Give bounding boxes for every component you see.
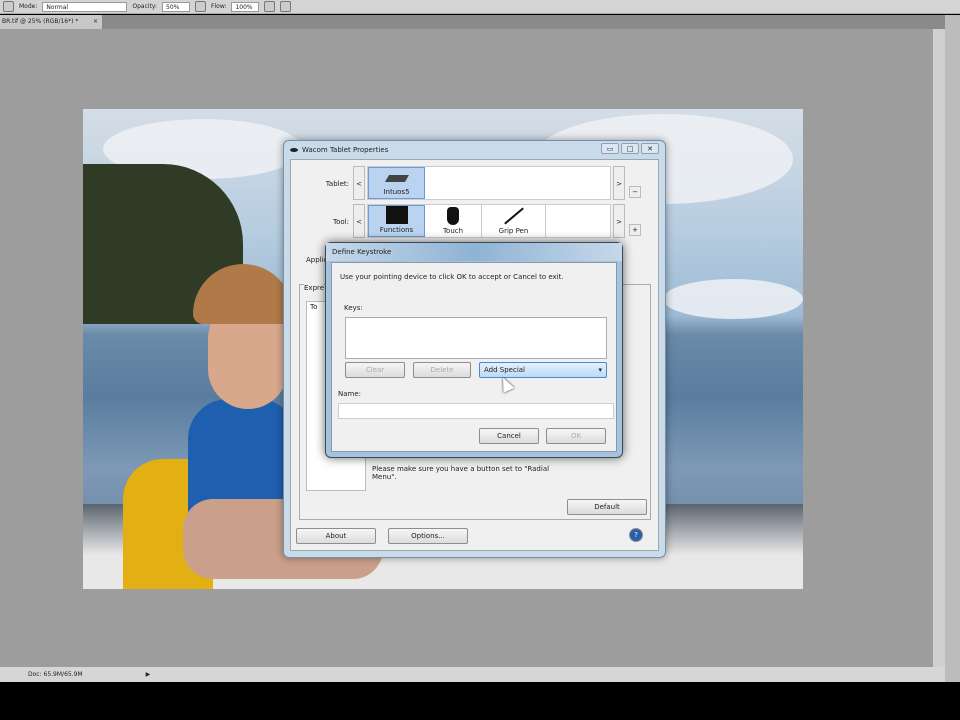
default-button[interactable]: Default	[567, 499, 647, 515]
options-bar: Mode: Normal Opacity: 50% Flow: 100%	[0, 0, 960, 14]
tool-preset-icon[interactable]	[3, 1, 14, 12]
tool-touch[interactable]: Touch	[425, 205, 482, 237]
tool-label: Tool:	[333, 218, 349, 226]
tree-item[interactable]: To	[307, 303, 317, 311]
define-keystroke-dialog: Define Keystroke Use your pointing devic…	[325, 242, 623, 458]
pressure-size-icon[interactable]	[280, 1, 292, 12]
instruction-text: Use your pointing device to click OK to …	[340, 273, 564, 281]
tablet-intuos5[interactable]: Intuos5	[368, 167, 425, 199]
functions-icon	[385, 206, 408, 224]
tool-label-touch: Touch	[442, 227, 464, 235]
mode-select[interactable]: Normal	[42, 1, 128, 12]
tool-next-button[interactable]: >	[613, 204, 625, 238]
about-button[interactable]: About	[296, 528, 376, 544]
name-label: Name:	[338, 390, 362, 398]
window-title: Wacom Tablet Properties	[302, 146, 389, 154]
maximize-button[interactable]: □	[621, 143, 639, 154]
dialog-body: Use your pointing device to click OK to …	[331, 262, 617, 452]
document-tab-bar: BR.tif @ 25% (RGB/16*) * ×	[0, 15, 945, 29]
add-special-label: Add Special	[484, 366, 525, 374]
add-special-dropdown[interactable]: Add Special ▾	[479, 362, 607, 378]
tool-grip-pen[interactable]: Grip Pen	[482, 205, 546, 237]
tablet-prev-button[interactable]: <	[353, 166, 365, 200]
close-tab-icon[interactable]: ×	[93, 15, 98, 29]
tool-label-functions: Functions	[379, 226, 414, 234]
flow-field[interactable]: 100%	[231, 1, 260, 12]
tool-strip: Functions Touch Grip Pen	[367, 204, 611, 238]
keys-field[interactable]	[345, 317, 607, 359]
flow-label: Flow:	[211, 3, 227, 10]
tablet-label: Tablet:	[325, 180, 349, 188]
opacity-field[interactable]: 50%	[162, 1, 191, 12]
chevron-down-icon: ▾	[598, 366, 602, 374]
tool-prev-button[interactable]: <	[353, 204, 365, 238]
airbrush-icon[interactable]	[264, 1, 276, 12]
tab-express-view[interactable]: Expre	[304, 284, 325, 292]
opacity-label: Opacity:	[132, 3, 158, 10]
clear-button[interactable]: Clear	[345, 362, 405, 378]
keys-label: Keys:	[344, 304, 363, 312]
tablet-remove-button[interactable]: −	[629, 186, 641, 198]
close-button[interactable]: ✕	[641, 143, 659, 154]
tool-add-button[interactable]: +	[629, 224, 641, 236]
document-tab-title: BR.tif @ 25% (RGB/16*) *	[2, 18, 79, 25]
name-field[interactable]	[338, 403, 614, 419]
tablet-next-button[interactable]: >	[613, 166, 625, 200]
tablet-icon	[384, 175, 409, 182]
options-button[interactable]: Options...	[388, 528, 468, 544]
pen-icon	[503, 207, 524, 225]
tool-functions[interactable]: Functions	[368, 205, 425, 237]
tablet-strip: Intuos5	[367, 166, 611, 200]
radial-menu-note: Please make sure you have a button set t…	[372, 465, 550, 481]
panel-dock	[945, 15, 960, 682]
wacom-logo-icon	[290, 148, 298, 152]
document-tab[interactable]: BR.tif @ 25% (RGB/16*) * ×	[0, 15, 102, 29]
tablet-name: Intuos5	[383, 188, 410, 196]
pressure-opacity-icon[interactable]	[195, 1, 207, 12]
tool-label-grip-pen: Grip Pen	[498, 227, 529, 235]
doc-size-info: Doc: 65.9M/65.9M	[28, 671, 83, 678]
minimize-button[interactable]: ▭	[601, 143, 619, 154]
cancel-button[interactable]: Cancel	[479, 428, 539, 444]
vertical-scrollbar[interactable]	[933, 29, 945, 667]
dialog-title: Define Keystroke	[326, 243, 622, 261]
delete-button[interactable]: Delete	[413, 362, 471, 378]
status-bar: Doc: 65.9M/65.9M ▶	[0, 667, 945, 682]
status-menu-arrow-icon[interactable]: ▶	[146, 667, 151, 682]
mode-label: Mode:	[19, 3, 38, 10]
hand-touch-icon	[447, 207, 459, 225]
help-icon[interactable]: ?	[629, 528, 643, 542]
ok-button[interactable]: OK	[546, 428, 606, 444]
